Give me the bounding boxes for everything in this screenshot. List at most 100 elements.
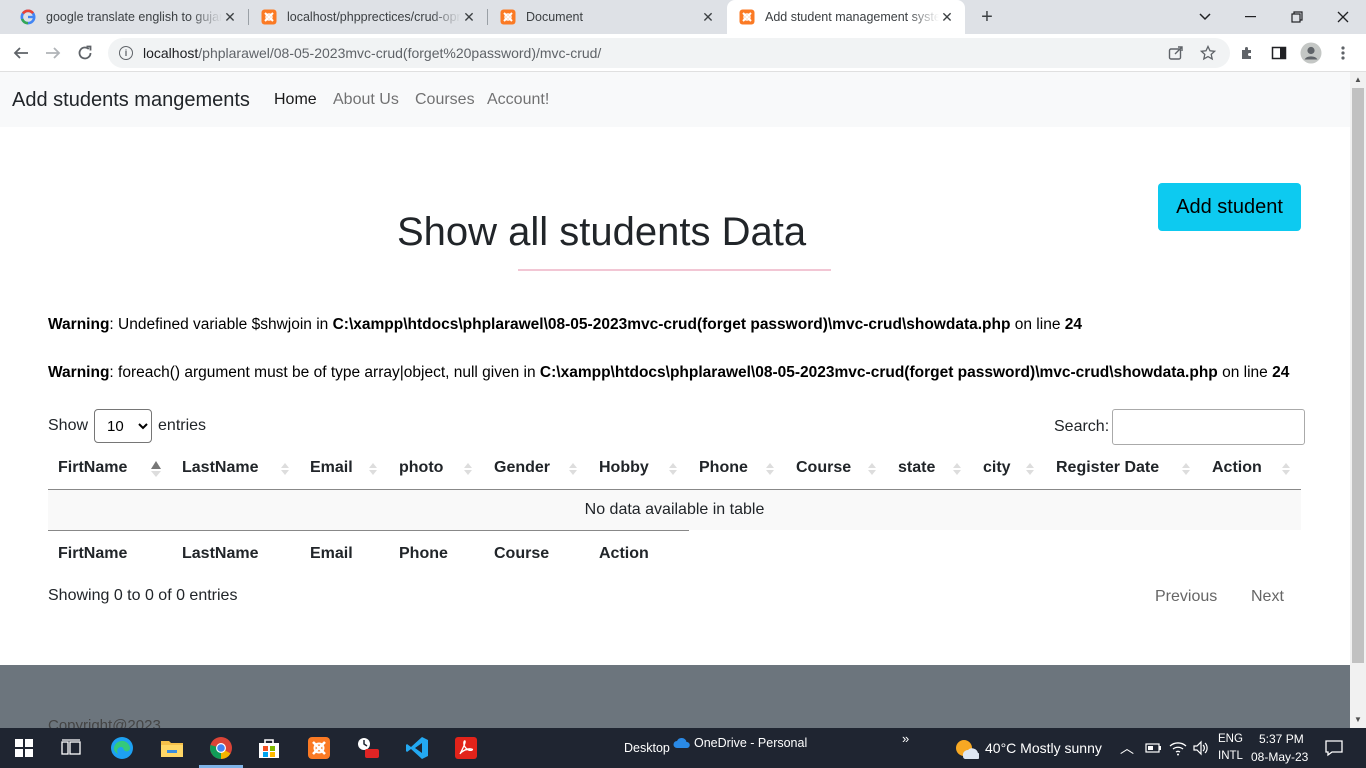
navbar-brand[interactable]: Add students mangements xyxy=(12,89,250,112)
show-hidden-icons-icon[interactable]: ︿ xyxy=(1120,738,1134,758)
site-footer: Copyright@2023 xyxy=(0,665,1350,728)
footer-col-action: Action xyxy=(599,545,649,562)
onedrive-label[interactable]: OneDrive - Personal xyxy=(694,736,807,750)
input-layout[interactable]: INTL xyxy=(1218,750,1243,762)
pagination-previous[interactable]: Previous xyxy=(1155,588,1217,606)
acrobat-icon[interactable] xyxy=(452,734,480,762)
restore-icon[interactable] xyxy=(1274,0,1320,34)
store-icon[interactable] xyxy=(255,734,283,762)
sort-ascending-icon xyxy=(151,461,161,477)
column-header-course[interactable]: Course xyxy=(796,459,851,477)
sort-icon xyxy=(464,463,472,475)
side-panel-icon[interactable] xyxy=(1266,40,1292,66)
column-header-register-date[interactable]: Register Date xyxy=(1056,459,1159,477)
page-scrollbar[interactable]: ▲ ▼ xyxy=(1350,72,1366,728)
browser-tab-1[interactable]: google translate english to gujarati ✕ xyxy=(8,0,248,34)
new-tab-icon[interactable]: + xyxy=(975,5,999,29)
tab-search-icon[interactable] xyxy=(1182,0,1228,34)
tab-title: google translate english to gujarati xyxy=(46,10,222,24)
desktop-toolbar-label[interactable]: Desktop xyxy=(624,741,670,755)
scroll-down-icon[interactable]: ▼ xyxy=(1354,715,1362,724)
notifications-icon[interactable] xyxy=(1320,734,1348,762)
input-language[interactable]: ENG xyxy=(1218,733,1243,745)
extensions-icon[interactable] xyxy=(1234,40,1260,66)
column-header-lastname[interactable]: LastName xyxy=(182,459,258,477)
table-footer-divider xyxy=(48,530,689,531)
google-icon xyxy=(20,9,36,25)
nav-link-home[interactable]: Home xyxy=(274,91,317,109)
back-icon[interactable] xyxy=(8,40,34,66)
task-view-icon[interactable] xyxy=(57,734,85,762)
weather-text[interactable]: 40°C Mostly sunny xyxy=(985,740,1102,756)
search-input[interactable] xyxy=(1112,409,1306,445)
close-tab-icon[interactable]: ✕ xyxy=(939,9,955,25)
sort-icon xyxy=(868,463,876,475)
warning-label: Warning xyxy=(48,364,110,381)
site-info-icon[interactable]: i xyxy=(119,46,133,60)
column-header-photo[interactable]: photo xyxy=(399,459,443,477)
footer-col-phone: Phone xyxy=(399,545,448,562)
scroll-up-icon[interactable]: ▲ xyxy=(1354,75,1362,84)
browser-tab-3[interactable]: Document ✕ xyxy=(488,0,726,34)
url-text: localhost/phplarawel/08-05-2023mvc-crud(… xyxy=(143,45,601,61)
close-tab-icon[interactable]: ✕ xyxy=(222,9,238,25)
column-header-state[interactable]: state xyxy=(898,459,935,477)
close-tab-icon[interactable]: ✕ xyxy=(700,9,716,25)
warning-message: : foreach() argument must be of type arr… xyxy=(109,364,540,381)
reload-icon[interactable] xyxy=(72,40,98,66)
url-host: localhost xyxy=(143,45,199,61)
table-info: Showing 0 to 0 of 0 entries xyxy=(48,587,238,604)
clock-time[interactable]: 5:37 PM xyxy=(1259,732,1304,746)
browser-tab-2[interactable]: localhost/phpprectices/crud-opration ✕ xyxy=(249,0,487,34)
column-header-action[interactable]: Action xyxy=(1212,459,1262,477)
browser-menu-icon[interactable] xyxy=(1330,40,1356,66)
forward-icon[interactable] xyxy=(40,40,66,66)
bookmark-star-icon[interactable] xyxy=(1200,45,1216,61)
vscode-icon[interactable] xyxy=(403,734,431,762)
column-header-phone[interactable]: Phone xyxy=(699,459,748,477)
toolbar-overflow-icon[interactable]: » xyxy=(902,731,909,746)
warning-message: : Undefined variable $shwjoin in xyxy=(109,316,333,333)
weather-sunny-icon[interactable] xyxy=(952,734,980,762)
profile-avatar-icon[interactable] xyxy=(1298,40,1324,66)
warning-line-number: 24 xyxy=(1272,364,1290,381)
footer-col-firtname: FirtName xyxy=(58,545,128,562)
share-icon[interactable] xyxy=(1168,45,1184,61)
column-header-firtname[interactable]: FirtName xyxy=(58,459,127,477)
nav-link-courses[interactable]: Courses xyxy=(415,91,475,109)
volume-icon[interactable] xyxy=(1187,734,1215,762)
sort-icon xyxy=(569,463,577,475)
xampp-taskbar-icon[interactable] xyxy=(305,734,333,762)
address-bar[interactable]: i localhost/phplarawel/08-05-2023mvc-cru… xyxy=(108,38,1230,68)
column-header-city[interactable]: city xyxy=(983,459,1011,477)
tab-title: localhost/phpprectices/crud-opration xyxy=(287,10,461,24)
sort-icon xyxy=(766,463,774,475)
xampp-icon xyxy=(261,9,277,25)
clock-date[interactable]: 08-May-23 xyxy=(1251,750,1308,764)
onedrive-icon[interactable] xyxy=(672,734,692,752)
nav-link-about-us[interactable]: About Us xyxy=(333,91,399,109)
column-header-gender[interactable]: Gender xyxy=(494,459,550,477)
close-window-icon[interactable] xyxy=(1320,0,1366,34)
file-explorer-icon[interactable] xyxy=(158,734,186,762)
scrollbar-thumb[interactable] xyxy=(1352,88,1364,663)
browser-tab-4-active[interactable]: Add student management system ✕ xyxy=(727,0,965,34)
windows-start-icon[interactable] xyxy=(10,734,38,762)
pagination-next[interactable]: Next xyxy=(1251,588,1284,606)
edge-browser-icon[interactable] xyxy=(108,734,136,762)
sort-icon xyxy=(1182,463,1190,475)
page-length-select[interactable]: 10 xyxy=(94,409,153,443)
warning-on-line: on line xyxy=(1010,316,1065,333)
browser-toolbar: i localhost/phplarawel/08-05-2023mvc-cru… xyxy=(0,34,1366,72)
add-student-button[interactable]: Add student xyxy=(1158,183,1301,231)
column-header-email[interactable]: Email xyxy=(310,459,353,477)
column-header-hobby[interactable]: Hobby xyxy=(599,459,649,477)
url-path: /phplarawel/08-05-2023mvc-crud(forget%20… xyxy=(198,45,602,61)
nav-link-account[interactable]: Account! xyxy=(487,91,549,109)
media-app-icon[interactable] xyxy=(354,734,382,762)
warning-file: C:\xampp\htdocs\phplarawel\08-05-2023mvc… xyxy=(539,364,1218,381)
minimize-icon[interactable] xyxy=(1228,0,1274,34)
chrome-icon[interactable] xyxy=(207,734,235,762)
sort-icon xyxy=(953,463,961,475)
close-tab-icon[interactable]: ✕ xyxy=(461,9,477,25)
